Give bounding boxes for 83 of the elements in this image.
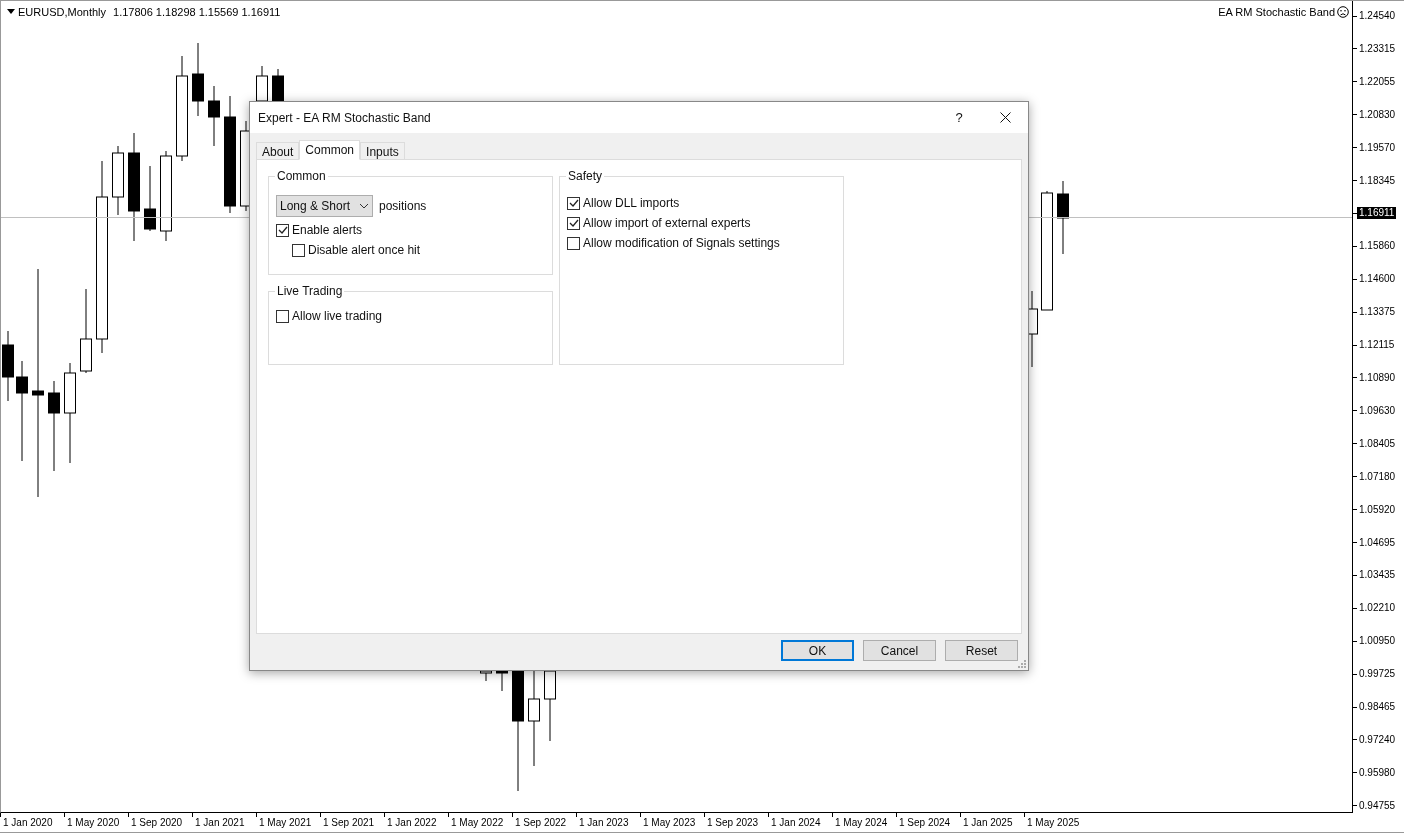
group-title: Safety (566, 168, 605, 184)
candle (112, 145, 124, 216)
checkbox-label[interactable]: Allow DLL imports (583, 194, 680, 212)
checkbox[interactable] (292, 243, 305, 257)
candle (144, 165, 156, 232)
date-label: 1 May 2021 (259, 817, 313, 829)
price-label: 1.14600 (1358, 273, 1396, 286)
price-label: 1.03435 (1358, 569, 1396, 582)
checkbox-label[interactable]: Disable alert once hit (308, 241, 421, 259)
date-label: 1 Sep 2021 (323, 817, 376, 829)
group-title: Live Trading (275, 283, 345, 299)
expert-name: EA RM Stochastic Band (1218, 5, 1335, 19)
price-label: 0.97240 (1358, 733, 1396, 746)
date-label: 1 May 2024 (835, 817, 889, 829)
symbol-label: EURUSD,Monthly (18, 5, 107, 19)
checkbox[interactable] (276, 309, 289, 323)
candle (272, 68, 284, 102)
date-label: 1 Jan 2024 (771, 817, 822, 829)
checkbox[interactable] (567, 216, 580, 230)
date-label: 1 May 2025 (1027, 817, 1081, 829)
date-label: 1 Jan 2020 (3, 817, 54, 829)
price-label: 1.08405 (1358, 437, 1396, 450)
price-label: 1.19570 (1358, 141, 1396, 154)
dialog-button[interactable]: OK (781, 640, 854, 661)
price-label: 0.99725 (1358, 668, 1396, 681)
price-label: 0.95980 (1358, 766, 1396, 779)
checkbox[interactable] (567, 236, 580, 250)
price-label: 1.24540 (1358, 10, 1396, 22)
ohlc-values: 1.17806 1.18298 1.15569 1.16911 (113, 5, 281, 19)
resize-grip-icon (1018, 660, 1026, 668)
price-label: 1.20830 (1358, 108, 1396, 121)
price-label: 1.02210 (1358, 602, 1396, 615)
checkbox[interactable] (276, 223, 289, 237)
checkbox[interactable] (567, 196, 580, 210)
price-label: 1.18345 (1358, 174, 1396, 187)
tab[interactable]: Common (299, 140, 361, 160)
positions-label: positions (379, 198, 427, 215)
close-icon (999, 112, 1011, 123)
checkbox-label[interactable]: Allow import of external experts (583, 214, 751, 232)
date-label: 1 Jan 2022 (387, 817, 438, 829)
date-label: 1 Sep 2020 (131, 817, 184, 829)
price-label: 1.13375 (1358, 306, 1396, 319)
price-label: 1.12115 (1358, 339, 1395, 352)
checkmark-icon (277, 225, 288, 235)
checkbox-label[interactable]: Allow modification of Signals settings (583, 234, 780, 252)
price-label: 0.94755 (1358, 799, 1396, 812)
price-label: 1.07180 (1358, 470, 1396, 483)
chevron-down-icon (359, 203, 369, 209)
date-label: 1 Sep 2023 (707, 817, 760, 829)
checkmark-icon (568, 218, 579, 228)
dialog-button[interactable]: Reset (945, 640, 1018, 661)
price-label: 1.15860 (1358, 240, 1396, 253)
checkbox-label[interactable]: Enable alerts (292, 221, 363, 239)
price-label: 1.23315 (1358, 42, 1396, 55)
tab[interactable]: Inputs (360, 142, 405, 160)
date-label: 1 Jan 2021 (195, 817, 246, 829)
price-label: 1.22055 (1358, 75, 1396, 88)
date-label: 1 May 2020 (67, 817, 121, 829)
checkmark-icon (568, 198, 579, 208)
window-title: Expert - EA RM Stochastic Band (258, 109, 432, 127)
help-button[interactable]: ? (936, 102, 982, 133)
date-label: 1 May 2023 (643, 817, 697, 829)
sad-face-icon (1337, 6, 1349, 18)
price-label: 1.10890 (1358, 371, 1396, 384)
date-label: 1 Jan 2023 (579, 817, 630, 829)
candle (480, 668, 492, 682)
candle (496, 668, 508, 692)
date-label: 1 May 2022 (451, 817, 505, 829)
dialog-button[interactable]: Cancel (863, 640, 936, 661)
price-label: 1.09630 (1358, 404, 1396, 417)
date-label: 1 Sep 2024 (899, 817, 952, 829)
current-price-label: 1.16911 (1357, 207, 1397, 220)
price-label: 0.98465 (1358, 701, 1396, 714)
positions-select[interactable]: Long & Short (276, 195, 373, 217)
tab[interactable]: About (256, 142, 300, 160)
dropdown-icon[interactable] (7, 9, 15, 15)
date-label: 1 Jan 2025 (963, 817, 1014, 829)
price-label: 1.05920 (1358, 503, 1396, 516)
candle (208, 85, 220, 147)
checkbox-label[interactable]: Allow live trading (292, 307, 383, 325)
date-label: 1 Sep 2022 (515, 817, 568, 829)
price-label: 1.00950 (1358, 635, 1396, 648)
price-label: 1.04695 (1358, 536, 1396, 549)
